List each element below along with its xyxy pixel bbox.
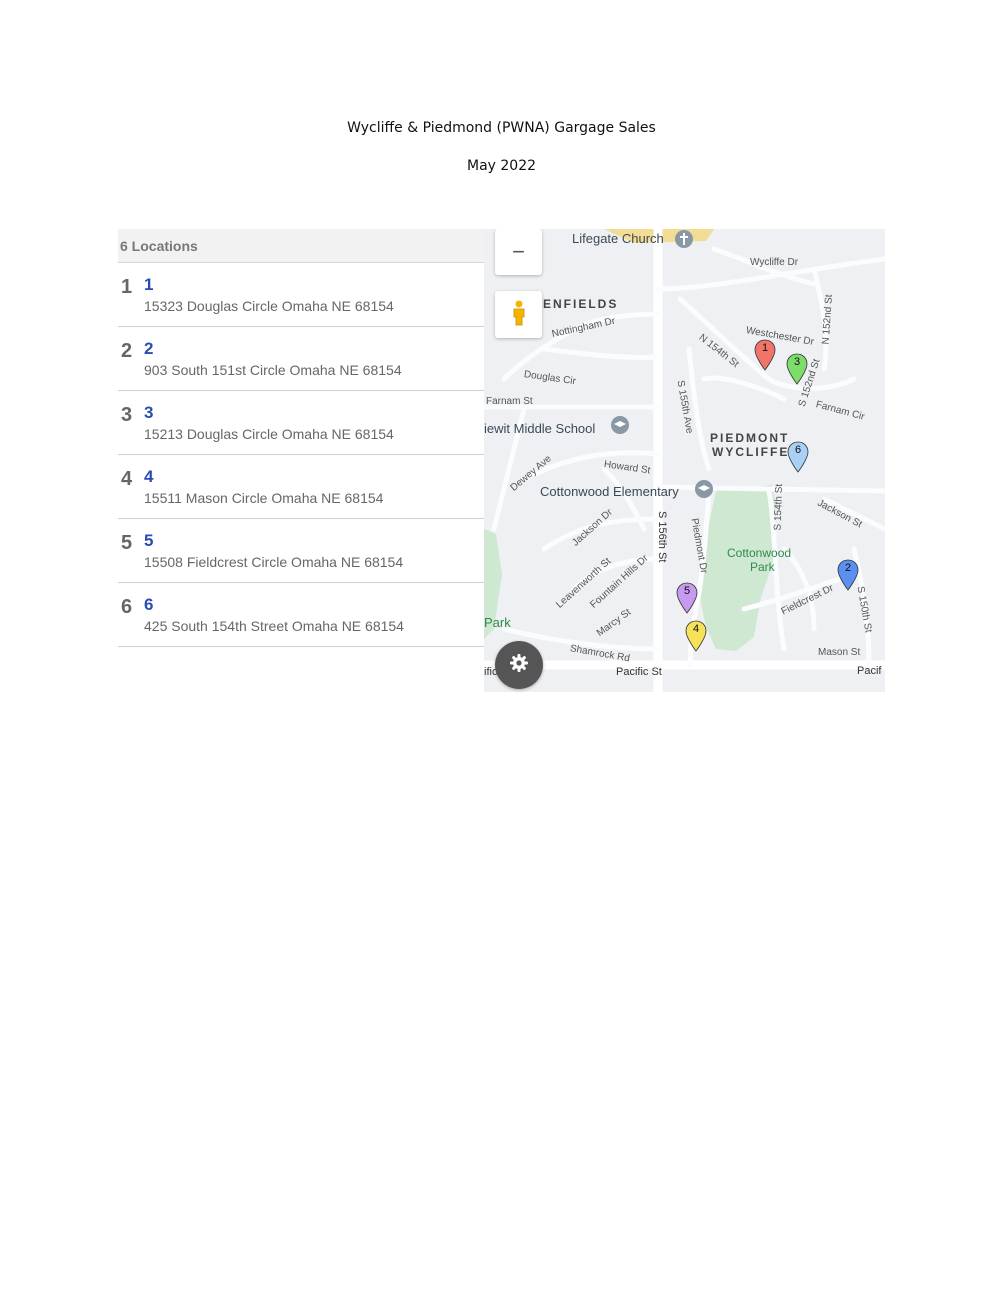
- location-index: 4: [121, 468, 133, 490]
- location-address: 15508 Fieldcrest Circle Omaha NE 68154: [144, 554, 404, 570]
- location-item-4[interactable]: 4 4 15511 Mason Circle Omaha NE 68154: [118, 455, 484, 519]
- school-icon: [694, 479, 714, 504]
- document-subtitle: May 2022: [466, 158, 537, 174]
- location-item-6[interactable]: 6 6 425 South 154th Street Omaha NE 6815…: [118, 583, 484, 647]
- map-label-s-154th-st: S 154th St: [772, 483, 786, 531]
- marker-label: 2: [844, 562, 852, 574]
- marker-label: 1: [761, 342, 769, 354]
- location-item-1[interactable]: 1 1 15323 Douglas Circle Omaha NE 68154: [118, 263, 484, 327]
- map-marker-3[interactable]: 3: [786, 353, 808, 385]
- map-marker-5[interactable]: 5: [676, 582, 698, 614]
- marker-label: 5: [683, 585, 691, 597]
- map-marker-1[interactable]: 1: [754, 339, 776, 371]
- map-label-wycliffe-dr: Wycliffe Dr: [750, 257, 799, 268]
- map-label-park-west: Park: [484, 615, 511, 630]
- map-marker-2[interactable]: 2: [837, 559, 859, 591]
- map-label-kiewit-middle-school: iewit Middle School: [484, 421, 596, 436]
- locations-panel: 6 Locations 1 1 15323 Douglas Circle Oma…: [118, 229, 484, 692]
- pegman-icon: [511, 300, 527, 330]
- map-label-mason-st: Mason St: [818, 647, 861, 658]
- map-label-pacific-st-east: Pacif: [857, 665, 882, 677]
- gear-icon: [509, 653, 529, 677]
- location-item-5[interactable]: 5 5 15508 Fieldcrest Circle Omaha NE 681…: [118, 519, 484, 583]
- map-label-pacific-st: Pacific St: [616, 666, 662, 678]
- location-address: 903 South 151st Circle Omaha NE 68154: [144, 362, 402, 378]
- location-name-link[interactable]: 5: [144, 531, 153, 551]
- marker-label: 6: [794, 444, 802, 456]
- map-label-s-156th-st: S 156th St: [656, 511, 668, 563]
- map-marker-6[interactable]: 6: [787, 441, 809, 473]
- location-name-link[interactable]: 2: [144, 339, 153, 359]
- location-index: 1: [121, 276, 133, 298]
- location-address: 15511 Mason Circle Omaha NE 68154: [144, 490, 384, 506]
- settings-button[interactable]: [495, 641, 543, 689]
- map-marker-4[interactable]: 4: [685, 620, 707, 652]
- location-index: 2: [121, 340, 133, 362]
- location-name-link[interactable]: 1: [144, 275, 153, 295]
- school-icon: [610, 415, 630, 440]
- location-address: 15323 Douglas Circle Omaha NE 68154: [144, 298, 394, 314]
- map-label-piedmont: PIEDMONT: [710, 431, 790, 445]
- street-view-button[interactable]: [495, 291, 542, 338]
- location-address: 15213 Douglas Circle Omaha NE 68154: [144, 426, 394, 442]
- map-label-lifegate-church: Lifegate Church: [572, 231, 664, 246]
- location-name-link[interactable]: 3: [144, 403, 153, 423]
- map-label-cottonwood-elementary: Cottonwood Elementary: [540, 484, 679, 499]
- zoom-out-button[interactable]: −: [495, 229, 542, 275]
- map-label-farnam-st: Farnam St: [486, 396, 533, 407]
- location-index: 3: [121, 404, 133, 426]
- map-label-park: Park: [750, 560, 775, 574]
- map-view[interactable]: Lifegate Church Wycliffe Dr ENFIELDS Not…: [484, 229, 885, 692]
- location-name-link[interactable]: 6: [144, 595, 153, 615]
- marker-label: 4: [692, 623, 700, 635]
- location-item-2[interactable]: 2 2 903 South 151st Circle Omaha NE 6815…: [118, 327, 484, 391]
- location-address: 425 South 154th Street Omaha NE 68154: [144, 618, 404, 634]
- map-label-enfields: ENFIELDS: [543, 297, 619, 311]
- marker-label: 3: [793, 356, 801, 368]
- location-index: 5: [121, 532, 133, 554]
- location-name-link[interactable]: 4: [144, 467, 153, 487]
- locations-count: 6 Locations: [118, 229, 484, 263]
- zoom-out-label: −: [512, 239, 525, 264]
- map-label-cottonwood: Cottonwood: [727, 546, 792, 560]
- document-title: Wycliffe & Piedmond (PWNA) Gargage Sales: [347, 120, 656, 136]
- location-item-3[interactable]: 3 3 15213 Douglas Circle Omaha NE 68154: [118, 391, 484, 455]
- location-index: 6: [121, 596, 133, 618]
- church-icon: [674, 229, 694, 254]
- map-label-wycliffe: WYCLIFFE: [712, 445, 790, 459]
